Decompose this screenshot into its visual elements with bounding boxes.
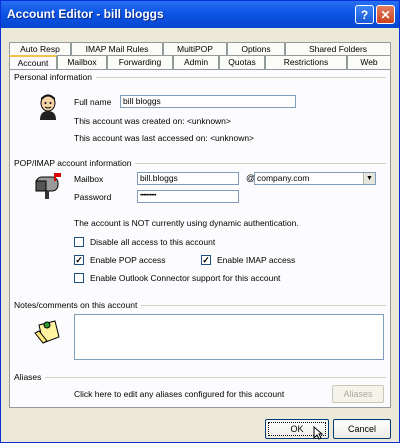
tab-mailbox[interactable]: Mailbox [57,55,107,69]
last-accessed-text: This account was last accessed on: <unkn… [74,133,255,143]
enable-imap-label: Enable IMAP access [217,255,296,265]
mailbox-input[interactable]: bill.bloggs [137,172,239,185]
account-tab-panel: Personal information Full name bill blog… [9,69,391,408]
mailbox-icon [35,173,61,199]
disable-all-checkbox[interactable] [74,237,84,247]
enable-outlook-checkbox[interactable] [74,273,84,283]
mouse-cursor-icon [313,426,323,440]
tab-shared-folders[interactable]: Shared Folders [285,42,391,56]
aliases-section-divider [14,377,386,378]
enable-imap-checkbox[interactable]: ✓ [201,255,211,265]
help-icon: ? [360,7,369,22]
tab-restrictions[interactable]: Restrictions [265,55,347,69]
close-button[interactable]: ✕ [376,5,395,24]
close-icon: ✕ [380,7,391,22]
domain-select[interactable]: company.com ▼ [254,172,376,185]
notepad-icon [34,320,60,344]
title-bar[interactable]: Account Editor - bill bloggs ? ✕ [1,1,399,28]
help-button[interactable]: ? [355,5,374,24]
notes-textarea[interactable] [74,314,384,360]
chevron-down-icon[interactable]: ▼ [363,173,375,184]
enable-pop-label: Enable POP access [90,255,166,265]
tab-admin[interactable]: Admin [173,55,219,69]
enable-pop-checkbox[interactable]: ✓ [74,255,84,265]
enable-pop-check-mark: ✓ [75,255,83,265]
tab-forwarding[interactable]: Forwarding [107,55,173,69]
tab-account[interactable]: Account [9,55,57,69]
tab-imap-mail-rules[interactable]: IMAP Mail Rules [71,42,163,56]
account-editor-window: Account Editor - bill bloggs ? ✕ Auto Re… [0,0,400,443]
dynamic-auth-text: The account is NOT currently using dynam… [74,218,299,228]
personal-section-title: Personal information [14,72,96,82]
disable-all-label: Disable all access to this account [90,237,216,247]
tab-multipop[interactable]: MultiPOP [163,42,227,56]
created-on-text: This account was created on: <unknown> [74,116,231,126]
domain-select-value: company.com [257,173,310,183]
tab-options[interactable]: Options [227,42,285,56]
aliases-button[interactable]: Aliases [332,385,384,403]
cancel-button[interactable]: Cancel [333,419,391,439]
password-label: Password [74,192,112,202]
tab-auto-resp[interactable]: Auto Resp [9,42,71,56]
notes-section-title: Notes/comments on this account [14,300,142,310]
full-name-label: Full name [74,97,112,107]
aliases-section-title: Aliases [14,372,46,382]
mailbox-label: Mailbox [74,174,104,184]
person-icon [40,94,56,120]
popimap-section-title: POP/IMAP account information [14,158,136,168]
tab-row-2: Account Mailbox Forwarding Admin Quotas … [9,55,391,69]
tab-quotas[interactable]: Quotas [219,55,265,69]
aliases-description: Click here to edit any aliases configure… [74,389,285,399]
tab-row-1: Auto Resp IMAP Mail Rules MultiPOP Optio… [9,42,391,56]
enable-imap-check-mark: ✓ [202,255,210,265]
full-name-input[interactable]: bill bloggs [120,95,296,108]
enable-outlook-label: Enable Outlook Connector support for thi… [90,273,281,283]
tab-web[interactable]: Web [347,55,391,69]
password-input[interactable]: •••••••••• [137,190,239,203]
window-title: Account Editor - bill bloggs [7,7,164,21]
